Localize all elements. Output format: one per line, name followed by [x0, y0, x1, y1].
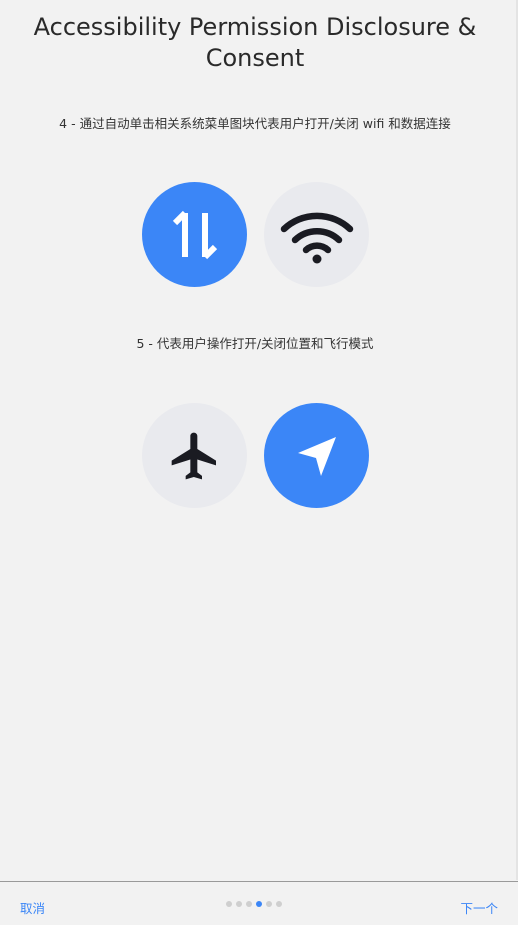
page-dot	[226, 901, 232, 907]
airplane-mode-tile	[142, 403, 247, 508]
page-dot	[276, 901, 282, 907]
page-dot	[266, 901, 272, 907]
page-indicator	[226, 901, 282, 907]
footer-bar: 取消 下一个	[0, 881, 518, 925]
mobile-data-tile	[142, 182, 247, 287]
section-4-description: 4 - 通过自动单击相关系统菜单图块代表用户打开/关闭 wifi 和数据连接	[59, 116, 451, 131]
consent-page: Accessibility Permission Disclosure & Co…	[0, 0, 518, 925]
page-dot	[236, 901, 242, 907]
wifi-icon	[280, 212, 353, 263]
airplane-icon	[171, 432, 216, 479]
page-title: Accessibility Permission Disclosure & Co…	[33, 13, 477, 72]
wifi-tile	[264, 182, 369, 287]
cancel-button[interactable]: 取消	[20, 898, 45, 917]
next-button[interactable]: 下一个	[460, 898, 498, 917]
page-dot-active	[256, 901, 262, 907]
location-icon	[297, 436, 336, 476]
mobile-data-icon	[172, 210, 217, 259]
page-dot	[246, 901, 252, 907]
location-tile	[264, 403, 369, 508]
section-5-description: 5 - 代表用户操作打开/关闭位置和飞行模式	[136, 336, 374, 351]
